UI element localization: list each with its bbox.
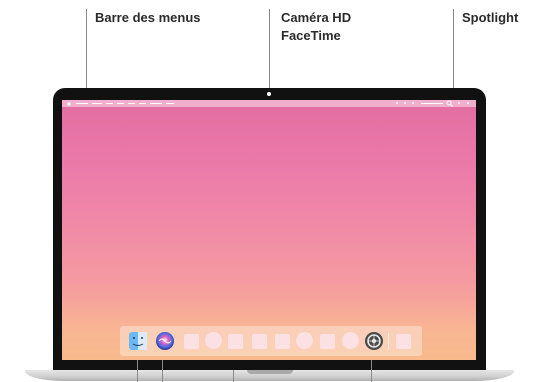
menu-item[interactable] — [139, 103, 146, 104]
menu-item[interactable] — [117, 103, 124, 104]
dock-separator — [388, 333, 389, 350]
finder-leader — [137, 360, 138, 382]
dock-app-placeholder[interactable] — [275, 334, 290, 349]
menu-item[interactable] — [166, 103, 174, 104]
finder-icon[interactable] — [129, 332, 147, 350]
dock-leader — [233, 370, 234, 382]
dock-app-placeholder[interactable] — [296, 332, 313, 349]
camera-leader — [269, 9, 270, 93]
status-icon[interactable] — [396, 102, 398, 104]
dock-app-placeholder[interactable] — [252, 334, 267, 349]
dock-app-placeholder[interactable] — [184, 334, 199, 349]
search-icon[interactable] — [446, 100, 453, 107]
camera-callout-line2: FaceTime — [281, 28, 341, 43]
laptop-base — [25, 370, 514, 381]
menu-item[interactable] — [76, 103, 88, 104]
menu-item[interactable] — [106, 103, 113, 104]
dock-app-placeholder[interactable] — [342, 332, 359, 349]
trash-placeholder[interactable] — [396, 334, 411, 349]
menu-bar-callout: Barre des menus — [95, 10, 201, 25]
menu-item[interactable] — [128, 103, 135, 104]
camera-callout: Caméra HD FaceTime — [281, 9, 351, 45]
system-preferences-leader — [371, 360, 372, 382]
clock[interactable] — [421, 103, 443, 104]
desktop-screen — [62, 100, 476, 360]
menu-bar[interactable] — [62, 100, 476, 107]
system-preferences-icon[interactable] — [365, 332, 383, 350]
siri-leader — [162, 360, 163, 382]
siri-menu-icon[interactable] — [458, 102, 460, 104]
menu-item[interactable] — [92, 103, 102, 104]
status-icon[interactable] — [404, 102, 406, 104]
apple-icon[interactable] — [67, 101, 71, 106]
menu-item[interactable] — [150, 103, 162, 104]
dock-app-placeholder[interactable] — [205, 332, 222, 349]
camera-callout-line1: Caméra HD — [281, 10, 352, 25]
notification-center-icon[interactable] — [467, 102, 469, 104]
macbook-display — [53, 88, 486, 372]
siri-icon[interactable] — [156, 332, 174, 350]
dock-app-placeholder[interactable] — [320, 334, 335, 349]
lid-opening-notch — [247, 370, 293, 374]
facetime-camera — [267, 92, 271, 96]
dock-app-placeholder[interactable] — [228, 334, 243, 349]
status-icon[interactable] — [412, 102, 414, 104]
spotlight-callout: Spotlight — [462, 10, 519, 25]
dock — [120, 326, 422, 356]
